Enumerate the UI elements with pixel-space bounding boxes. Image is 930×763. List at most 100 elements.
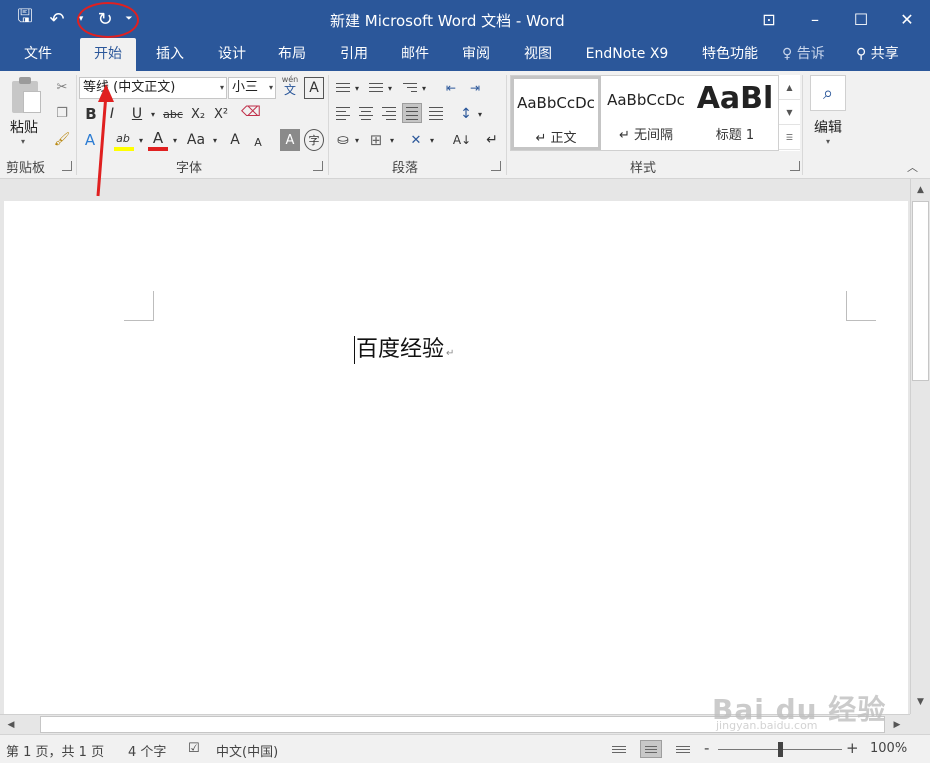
save-icon[interactable]: 🖫 (10, 5, 40, 33)
undo-dropdown-icon[interactable]: ▾ (74, 5, 88, 33)
format-painter-icon[interactable]: 🖌 (52, 129, 72, 149)
numbering-dropdown-icon[interactable]: ▾ (386, 77, 394, 99)
document-text[interactable]: 百度经验 ↵ (354, 331, 454, 364)
copy-icon[interactable]: ❐ (52, 103, 72, 123)
page-info[interactable]: 第 1 页，共 1 页 (6, 741, 104, 760)
superscript-button[interactable]: X² (211, 103, 231, 125)
borders-dropdown-icon[interactable]: ▾ (388, 129, 396, 151)
editing-button[interactable]: ⌕ 编辑 ▾ (808, 75, 848, 161)
tab-view[interactable]: 视图 (510, 38, 566, 71)
shrink-font-button[interactable]: A (250, 131, 266, 153)
style-no-spacing[interactable]: AaBbCcDc ↵ 无间隔 (601, 76, 691, 150)
font-size-combo[interactable]: 小三 ▾ (228, 77, 276, 99)
print-layout-icon[interactable] (640, 740, 662, 758)
align-right-icon[interactable] (379, 103, 399, 123)
chinese-layout-icon[interactable]: ✕ (406, 129, 426, 151)
zoom-out-button[interactable]: - (704, 739, 709, 757)
zoom-slider-thumb[interactable] (778, 742, 783, 757)
highlight-dropdown-icon[interactable]: ▾ (136, 129, 146, 151)
underline-button[interactable]: U (128, 103, 146, 125)
clipboard-launcher-icon[interactable] (62, 161, 72, 171)
tab-review[interactable]: 审阅 (448, 38, 504, 71)
scroll-up-icon[interactable]: ▲ (911, 181, 930, 199)
redo-icon[interactable]: ↻ (90, 5, 120, 33)
bullets-dropdown-icon[interactable]: ▾ (353, 77, 361, 99)
show-marks-icon[interactable]: ↵ (482, 129, 502, 151)
styles-launcher-icon[interactable] (790, 161, 800, 171)
numbering-icon[interactable] (366, 77, 386, 97)
font-name-combo[interactable]: 等线 (中文正文) ▾ (79, 77, 227, 99)
paste-icon[interactable] (9, 77, 41, 115)
chinese-layout-dropdown-icon[interactable]: ▾ (428, 129, 436, 151)
change-case-dropdown-icon[interactable]: ▾ (210, 129, 220, 151)
grow-font-button[interactable]: A (226, 129, 244, 151)
close-button[interactable]: ✕ (884, 0, 930, 38)
share-button[interactable]: ⚲ 共享 (856, 38, 899, 71)
customize-qat-icon[interactable]: ⏷ (122, 5, 136, 33)
decrease-indent-icon[interactable]: ⇤ (440, 77, 462, 99)
document-page[interactable]: 百度经验 ↵ (4, 201, 908, 714)
tell-me-box[interactable]: ♀ 告诉 (782, 38, 825, 71)
horizontal-scrollbar[interactable]: ◀ ▶ (0, 714, 910, 734)
tab-special-features[interactable]: 特色功能 (690, 38, 770, 71)
horizontal-scroll-thumb[interactable] (40, 716, 885, 733)
zoom-level[interactable]: 100% (870, 741, 907, 756)
styles-more-icon[interactable]: ☰ (779, 125, 800, 150)
align-center-icon[interactable] (356, 103, 376, 123)
borders-icon[interactable]: ⊞ (366, 129, 386, 151)
font-color-button[interactable]: A (148, 127, 168, 149)
shading-dropdown-icon[interactable]: ▾ (353, 129, 361, 151)
change-case-button[interactable]: Aa (183, 129, 209, 151)
text-effects-button[interactable]: A (80, 129, 100, 151)
line-spacing-icon[interactable]: ↕ (456, 103, 476, 125)
vertical-scroll-thumb[interactable] (912, 201, 929, 381)
character-shading-button[interactable]: A (280, 129, 300, 151)
tab-insert[interactable]: 插入 (142, 38, 198, 71)
multilevel-dropdown-icon[interactable]: ▾ (420, 77, 428, 99)
shading-icon[interactable]: ⛀ (333, 129, 353, 151)
underline-dropdown-icon[interactable]: ▾ (148, 103, 158, 125)
tab-home[interactable]: 开始 (80, 38, 136, 71)
highlight-button[interactable]: ab (112, 127, 134, 149)
scroll-down-icon[interactable]: ▼ (911, 693, 930, 711)
web-layout-icon[interactable] (672, 740, 694, 758)
word-count[interactable]: 4 个字 (128, 741, 166, 760)
phonetic-guide-button[interactable]: wén 文 (280, 75, 300, 97)
tab-design[interactable]: 设计 (204, 38, 260, 71)
styles-scroll-up-icon[interactable]: ▲ (779, 75, 800, 100)
vertical-scrollbar[interactable]: ▲ ▼ (910, 179, 930, 714)
tab-file[interactable]: 文件 (10, 38, 66, 71)
align-left-icon[interactable] (333, 103, 353, 123)
tab-mailings[interactable]: 邮件 (387, 38, 443, 71)
scroll-left-icon[interactable]: ◀ (2, 715, 20, 734)
tab-endnote[interactable]: EndNote X9 (575, 38, 679, 71)
multilevel-list-icon[interactable] (400, 77, 420, 97)
tab-layout[interactable]: 布局 (264, 38, 320, 71)
justify-icon[interactable] (402, 103, 422, 123)
proofing-icon[interactable]: ☑ (188, 741, 200, 756)
minimize-button[interactable]: – (792, 0, 838, 38)
paragraph-launcher-icon[interactable] (491, 161, 501, 171)
increase-indent-icon[interactable]: ⇥ (464, 77, 486, 99)
language-indicator[interactable]: 中文(中国) (216, 741, 278, 760)
undo-icon[interactable]: ↶ (42, 5, 72, 33)
enclose-characters-button[interactable]: 字 (304, 129, 324, 151)
maximize-button[interactable]: ☐ (838, 0, 884, 38)
styles-scroll-down-icon[interactable]: ▼ (779, 100, 800, 125)
font-color-dropdown-icon[interactable]: ▾ (170, 129, 180, 151)
clear-formatting-icon[interactable]: ⌫ (240, 101, 262, 123)
scroll-right-icon[interactable]: ▶ (888, 715, 906, 734)
bullets-icon[interactable] (333, 77, 353, 97)
line-spacing-dropdown-icon[interactable]: ▾ (476, 103, 484, 125)
italic-button[interactable]: I (104, 103, 120, 125)
read-mode-icon[interactable] (608, 740, 630, 758)
subscript-button[interactable]: X₂ (188, 103, 208, 125)
character-border-button[interactable]: A (304, 77, 324, 99)
style-heading-1[interactable]: AaBl 标题 1 (691, 76, 779, 150)
strikethrough-button[interactable]: abc (160, 103, 186, 125)
distributed-icon[interactable] (426, 103, 446, 123)
style-normal[interactable]: AaBbCcDc ↵ 正文 (511, 76, 601, 150)
tab-references[interactable]: 引用 (326, 38, 382, 71)
ribbon-display-options-icon[interactable]: ⊡ (746, 0, 792, 38)
bold-button[interactable]: B (82, 103, 100, 125)
